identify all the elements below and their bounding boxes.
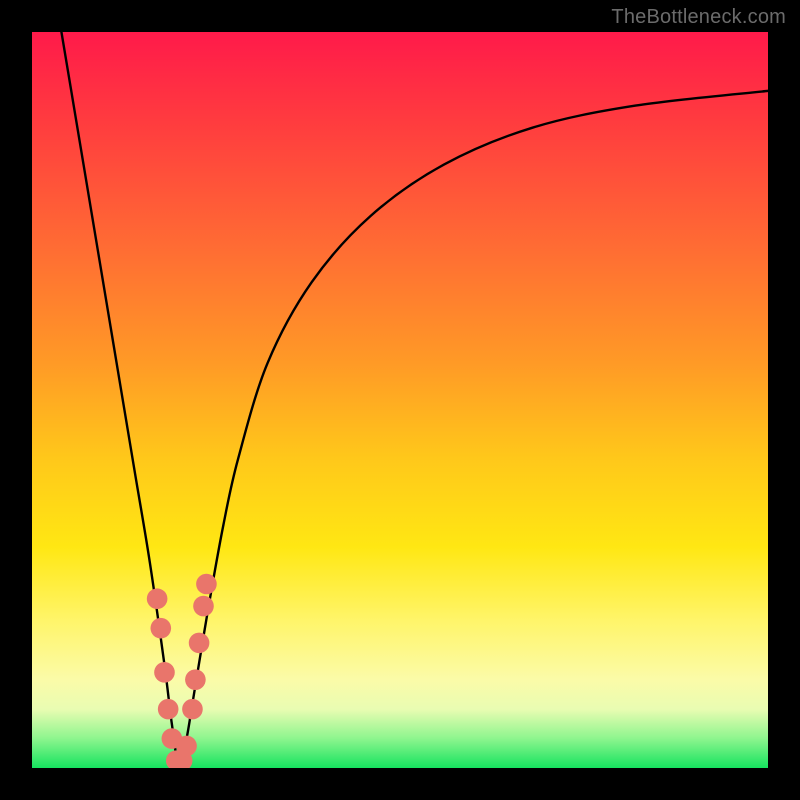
data-marker bbox=[193, 596, 214, 617]
plot-area bbox=[32, 32, 768, 768]
curve-overlay bbox=[32, 32, 768, 768]
data-marker bbox=[158, 699, 179, 720]
data-marker bbox=[147, 588, 168, 609]
marker-cluster bbox=[147, 574, 217, 768]
bottleneck-curve bbox=[61, 32, 768, 768]
attribution-text: TheBottleneck.com bbox=[611, 6, 786, 29]
data-marker bbox=[154, 662, 175, 683]
data-marker bbox=[182, 699, 203, 720]
data-marker bbox=[189, 633, 210, 654]
data-marker bbox=[176, 736, 197, 757]
chart-frame: TheBottleneck.com bbox=[0, 0, 800, 800]
data-marker bbox=[196, 574, 217, 595]
data-marker bbox=[185, 669, 206, 690]
data-marker bbox=[150, 618, 171, 639]
